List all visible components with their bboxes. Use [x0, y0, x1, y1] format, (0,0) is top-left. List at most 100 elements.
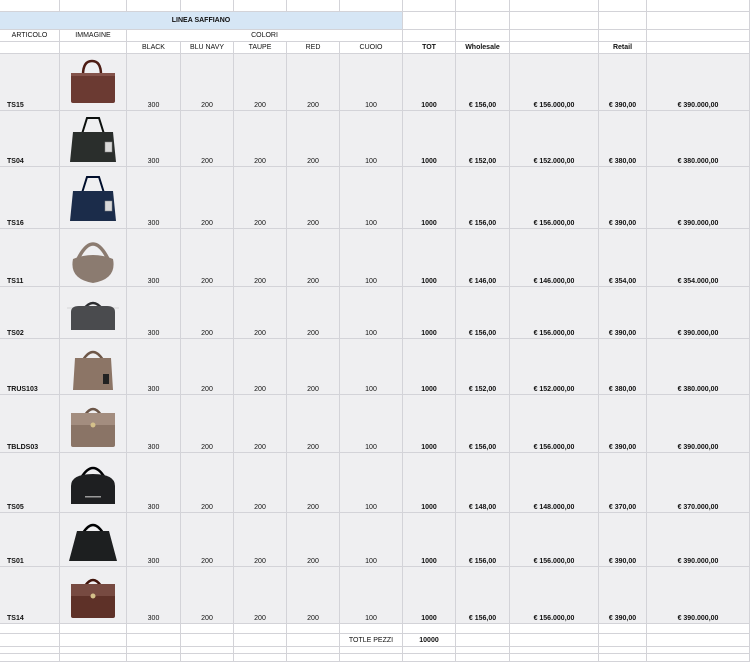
blank-cell[interactable] [234, 654, 287, 662]
wholesale-unit-2[interactable]: € 156,00 [456, 167, 510, 229]
blank-cell[interactable] [599, 12, 647, 30]
article-code-0[interactable]: TS15 [0, 54, 60, 111]
blank-cell[interactable] [510, 12, 599, 30]
tot-0[interactable]: 1000 [403, 54, 456, 111]
header-color-0[interactable]: BLACK [127, 42, 181, 54]
retail-unit-3[interactable]: € 354,00 [599, 229, 647, 287]
qty-cuoio-7[interactable]: 100 [340, 453, 403, 513]
qty-taupe-6[interactable]: 200 [234, 395, 287, 453]
qty-blu-navy-2[interactable]: 200 [181, 167, 234, 229]
wholesale-unit-6[interactable]: € 156,00 [456, 395, 510, 453]
header-retail[interactable]: Retail [599, 42, 647, 54]
retail-total-1[interactable]: € 380.000,00 [647, 111, 750, 167]
qty-red-4[interactable]: 200 [287, 287, 340, 339]
header-tot[interactable]: TOT [403, 42, 456, 54]
blank-cell[interactable] [456, 12, 510, 30]
retail-total-4[interactable]: € 390.000,00 [647, 287, 750, 339]
wholesale-total-2[interactable]: € 156.000,00 [510, 167, 599, 229]
wholesale-total-9[interactable]: € 156.000,00 [510, 567, 599, 624]
retail-unit-7[interactable]: € 370,00 [599, 453, 647, 513]
retail-unit-8[interactable]: € 390,00 [599, 513, 647, 567]
blank-cell[interactable] [127, 654, 181, 662]
blank-cell[interactable] [647, 647, 750, 654]
blank-cell[interactable] [181, 647, 234, 654]
qty-red-2[interactable]: 200 [287, 167, 340, 229]
retail-unit-1[interactable]: € 380,00 [599, 111, 647, 167]
qty-taupe-7[interactable]: 200 [234, 453, 287, 513]
retail-total-2[interactable]: € 390.000,00 [647, 167, 750, 229]
wholesale-unit-8[interactable]: € 156,00 [456, 513, 510, 567]
blank-cell[interactable] [456, 0, 510, 12]
product-image-8[interactable] [60, 513, 127, 567]
qty-black-5[interactable]: 300 [127, 339, 181, 395]
blank-cell[interactable] [340, 0, 403, 12]
qty-black-7[interactable]: 300 [127, 453, 181, 513]
qty-red-5[interactable]: 200 [287, 339, 340, 395]
qty-blu-navy-7[interactable]: 200 [181, 453, 234, 513]
blank-cell[interactable] [510, 647, 599, 654]
blank-cell[interactable] [599, 634, 647, 647]
qty-blu-navy-4[interactable]: 200 [181, 287, 234, 339]
tot-9[interactable]: 1000 [403, 567, 456, 624]
blank-cell[interactable] [60, 42, 127, 54]
tot-7[interactable]: 1000 [403, 453, 456, 513]
blank-cell[interactable] [647, 654, 750, 662]
qty-red-6[interactable]: 200 [287, 395, 340, 453]
blank-cell[interactable] [456, 634, 510, 647]
qty-cuoio-9[interactable]: 100 [340, 567, 403, 624]
article-code-8[interactable]: TS01 [0, 513, 60, 567]
retail-total-6[interactable]: € 390.000,00 [647, 395, 750, 453]
qty-taupe-8[interactable]: 200 [234, 513, 287, 567]
blank-cell[interactable] [599, 654, 647, 662]
blank-cell[interactable] [60, 647, 127, 654]
blank-cell[interactable] [234, 0, 287, 12]
retail-unit-4[interactable]: € 390,00 [599, 287, 647, 339]
blank-cell[interactable] [60, 624, 127, 634]
total-pieces-value[interactable]: 10000 [403, 634, 456, 647]
tot-8[interactable]: 1000 [403, 513, 456, 567]
qty-taupe-2[interactable]: 200 [234, 167, 287, 229]
qty-cuoio-6[interactable]: 100 [340, 395, 403, 453]
header-articolo[interactable]: ARTICOLO [0, 30, 60, 42]
wholesale-unit-4[interactable]: € 156,00 [456, 287, 510, 339]
tot-6[interactable]: 1000 [403, 395, 456, 453]
header-color-2[interactable]: TAUPE [234, 42, 287, 54]
blank-cell[interactable] [456, 654, 510, 662]
retail-unit-5[interactable]: € 380,00 [599, 339, 647, 395]
qty-blu-navy-6[interactable]: 200 [181, 395, 234, 453]
product-image-0[interactable] [60, 54, 127, 111]
blank-cell[interactable] [0, 634, 60, 647]
qty-cuoio-8[interactable]: 100 [340, 513, 403, 567]
blank-cell[interactable] [510, 30, 599, 42]
blank-cell[interactable] [60, 0, 127, 12]
qty-cuoio-4[interactable]: 100 [340, 287, 403, 339]
blank-cell[interactable] [403, 624, 456, 634]
blank-cell[interactable] [287, 0, 340, 12]
blank-cell[interactable] [127, 624, 181, 634]
qty-red-9[interactable]: 200 [287, 567, 340, 624]
qty-black-0[interactable]: 300 [127, 54, 181, 111]
blank-cell[interactable] [181, 654, 234, 662]
blank-cell[interactable] [127, 634, 181, 647]
retail-unit-6[interactable]: € 390,00 [599, 395, 647, 453]
blank-cell[interactable] [456, 624, 510, 634]
article-code-7[interactable]: TS05 [0, 453, 60, 513]
qty-blu-navy-3[interactable]: 200 [181, 229, 234, 287]
qty-cuoio-1[interactable]: 100 [340, 111, 403, 167]
qty-taupe-3[interactable]: 200 [234, 229, 287, 287]
blank-cell[interactable] [403, 12, 456, 30]
blank-cell[interactable] [60, 634, 127, 647]
blank-cell[interactable] [181, 634, 234, 647]
tot-1[interactable]: 1000 [403, 111, 456, 167]
wholesale-unit-9[interactable]: € 156,00 [456, 567, 510, 624]
wholesale-total-5[interactable]: € 152.000,00 [510, 339, 599, 395]
qty-red-1[interactable]: 200 [287, 111, 340, 167]
blank-cell[interactable] [127, 0, 181, 12]
blank-cell[interactable] [287, 634, 340, 647]
blank-cell[interactable] [599, 647, 647, 654]
product-image-1[interactable] [60, 111, 127, 167]
blank-cell[interactable] [647, 624, 750, 634]
wholesale-total-0[interactable]: € 156.000,00 [510, 54, 599, 111]
blank-cell[interactable] [0, 654, 60, 662]
blank-cell[interactable] [0, 42, 60, 54]
